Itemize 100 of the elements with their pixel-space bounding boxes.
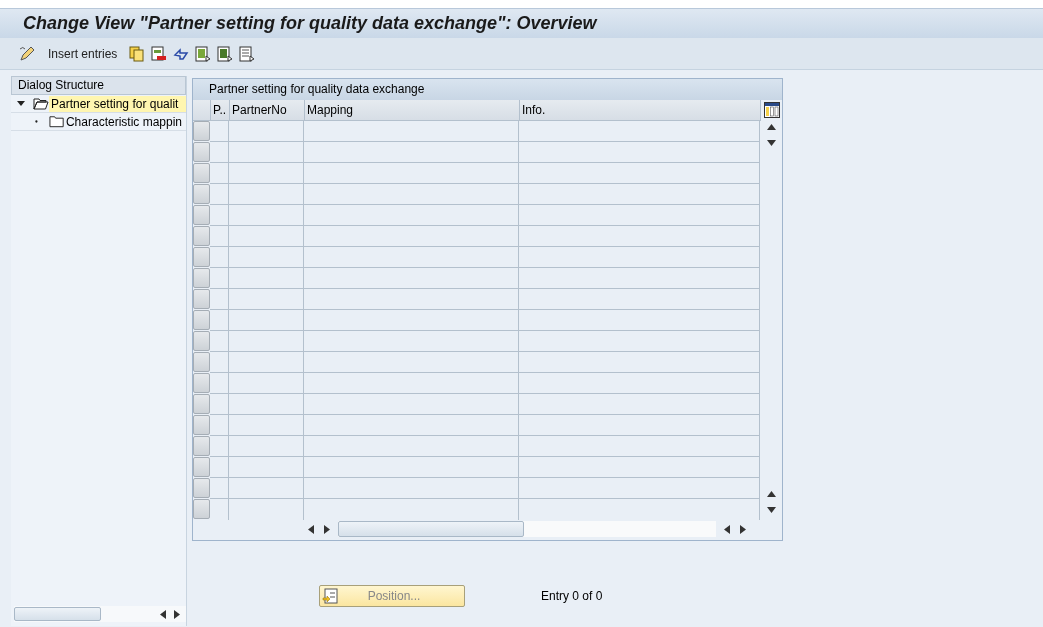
table-cell[interactable] <box>229 163 304 184</box>
table-cell[interactable] <box>519 310 760 331</box>
table-cell[interactable] <box>229 310 304 331</box>
table-cell[interactable] <box>229 457 304 478</box>
table-cell[interactable] <box>304 142 519 163</box>
table-cell[interactable] <box>229 121 304 142</box>
table-cell[interactable] <box>519 247 760 268</box>
table-cell[interactable] <box>229 436 304 457</box>
row-selector[interactable] <box>193 436 210 456</box>
table-cell[interactable] <box>210 121 229 142</box>
table-cell[interactable] <box>304 289 519 310</box>
table-cell[interactable] <box>519 373 760 394</box>
select-block-icon[interactable] <box>217 45 234 62</box>
row-selector[interactable] <box>193 121 210 141</box>
table-cell[interactable] <box>519 394 760 415</box>
table-cell[interactable] <box>519 457 760 478</box>
column-header[interactable]: Info. <box>520 100 761 121</box>
row-selector[interactable] <box>193 499 210 519</box>
column-settings-icon[interactable] <box>763 102 780 118</box>
table-cell[interactable] <box>229 184 304 205</box>
scroll-left-icon[interactable] <box>724 524 730 534</box>
column-header[interactable]: PartnerNo <box>230 100 305 121</box>
table-cell[interactable] <box>304 205 519 226</box>
undo-icon[interactable] <box>173 45 190 62</box>
table-cell[interactable] <box>229 373 304 394</box>
table-cell[interactable] <box>519 226 760 247</box>
table-cell[interactable] <box>229 247 304 268</box>
table-cell[interactable] <box>304 478 519 499</box>
table-cell[interactable] <box>304 331 519 352</box>
row-selector[interactable] <box>193 226 210 246</box>
row-selector[interactable] <box>193 394 210 414</box>
table-cell[interactable] <box>519 184 760 205</box>
row-selector[interactable] <box>193 163 210 183</box>
delete-row-icon[interactable] <box>151 45 168 62</box>
table-cell[interactable] <box>304 352 519 373</box>
table-cell[interactable] <box>210 394 229 415</box>
scrollbar-thumb[interactable] <box>338 521 524 537</box>
table-cell[interactable] <box>229 226 304 247</box>
row-selector[interactable] <box>193 478 210 498</box>
table-cell[interactable] <box>519 478 760 499</box>
row-selector[interactable] <box>193 247 210 267</box>
table-cell[interactable] <box>210 205 229 226</box>
table-cell[interactable] <box>304 415 519 436</box>
tree-item[interactable]: Partner setting for qualit <box>49 95 186 112</box>
scroll-left-icon[interactable] <box>308 524 314 534</box>
row-selector[interactable] <box>193 373 210 393</box>
table-cell[interactable] <box>304 457 519 478</box>
table-cell[interactable] <box>229 415 304 436</box>
scroll-down-icon[interactable] <box>767 140 776 146</box>
column-header[interactable]: P.. <box>211 100 230 121</box>
table-cell[interactable] <box>229 142 304 163</box>
table-cell[interactable] <box>304 373 519 394</box>
deselect-all-icon[interactable] <box>239 45 256 62</box>
row-selector[interactable] <box>193 205 210 225</box>
table-cell[interactable] <box>304 394 519 415</box>
scroll-up-icon[interactable] <box>767 124 776 130</box>
table-cell[interactable] <box>210 184 229 205</box>
table-cell[interactable] <box>210 226 229 247</box>
row-selector[interactable] <box>193 415 210 435</box>
table-cell[interactable] <box>210 247 229 268</box>
table-cell[interactable] <box>210 268 229 289</box>
table-cell[interactable] <box>229 331 304 352</box>
table-cell[interactable] <box>304 163 519 184</box>
table-cell[interactable] <box>229 478 304 499</box>
scroll-right-icon[interactable] <box>740 524 746 534</box>
table-cell[interactable] <box>304 310 519 331</box>
table-cell[interactable] <box>519 289 760 310</box>
row-selector[interactable] <box>193 289 210 309</box>
table-cell[interactable] <box>229 352 304 373</box>
select-all-icon[interactable] <box>195 45 212 62</box>
table-cell[interactable] <box>519 163 760 184</box>
table-cell[interactable] <box>210 373 229 394</box>
table-cell[interactable] <box>210 163 229 184</box>
table-cell[interactable] <box>304 436 519 457</box>
scroll-right-icon[interactable] <box>324 524 330 534</box>
table-cell[interactable] <box>519 268 760 289</box>
table-cell[interactable] <box>210 352 229 373</box>
table-cell[interactable] <box>519 436 760 457</box>
row-selector[interactable] <box>193 310 210 330</box>
table-cell[interactable] <box>210 457 229 478</box>
row-selector[interactable] <box>193 184 210 204</box>
table-cell[interactable] <box>304 226 519 247</box>
table-cell[interactable] <box>304 121 519 142</box>
table-cell[interactable] <box>519 121 760 142</box>
table-cell[interactable] <box>210 289 229 310</box>
table-cell[interactable] <box>229 394 304 415</box>
row-selector[interactable] <box>193 142 210 162</box>
table-cell[interactable] <box>304 268 519 289</box>
table-cell[interactable] <box>519 415 760 436</box>
table-cell[interactable] <box>210 142 229 163</box>
table-cell[interactable] <box>519 331 760 352</box>
table-cell[interactable] <box>229 205 304 226</box>
table-cell[interactable] <box>210 436 229 457</box>
row-selector[interactable] <box>193 268 210 288</box>
table-cell[interactable] <box>229 289 304 310</box>
tree-item[interactable]: Characteristic mappin <box>63 113 186 130</box>
insert-entries-button[interactable]: Insert entries <box>42 42 124 65</box>
scroll-left-icon[interactable] <box>160 609 166 619</box>
row-selector[interactable] <box>193 331 210 351</box>
table-cell[interactable] <box>210 478 229 499</box>
